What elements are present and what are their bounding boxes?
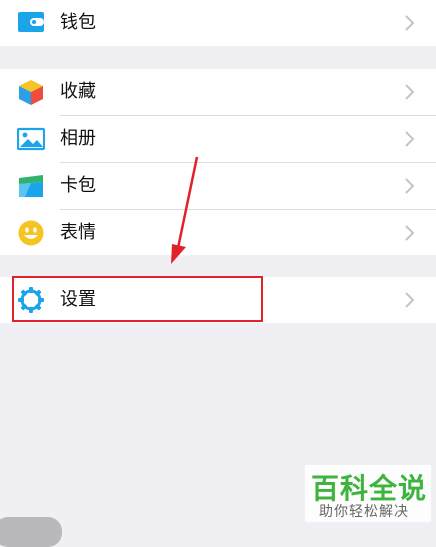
watermark-subtitle: 助你轻松解决 — [319, 504, 409, 520]
watermark: 百科全说 助你轻松解决 — [305, 465, 431, 522]
tab-bar-item-partial[interactable] — [0, 517, 62, 547]
annotation-highlight-box — [12, 276, 263, 322]
annotation-arrow — [171, 156, 199, 264]
